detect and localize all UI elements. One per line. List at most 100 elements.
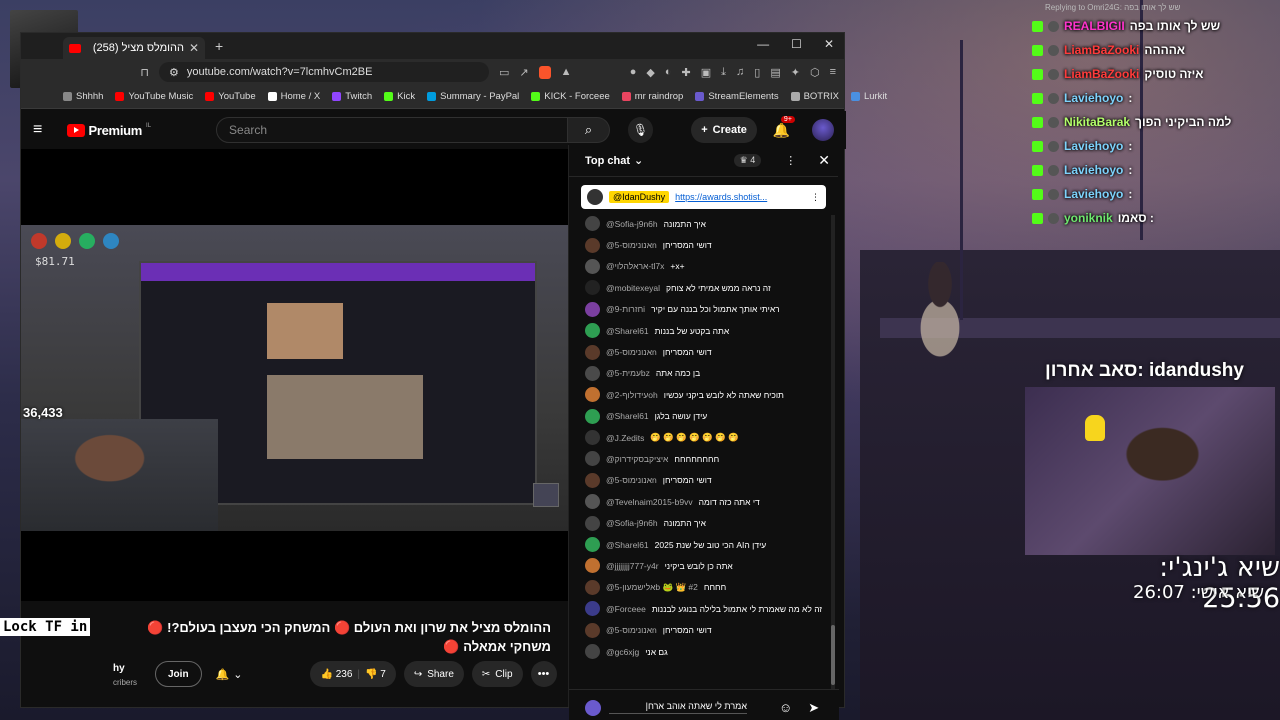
chat-text: עידן עושה בלגן — [654, 411, 708, 422]
chat-menu-icon[interactable]: ⋮ — [785, 154, 796, 167]
join-button[interactable]: Join — [155, 661, 202, 687]
chat-message[interactable]: @עידולוף-2oh תוכיח שאתה לא לובש ביקני עכש… — [569, 384, 831, 405]
extension-icon[interactable]: ◐ — [665, 66, 672, 79]
emoji-icon[interactable]: ☺ — [779, 700, 792, 715]
chat-message[interactable]: @Sharel61 עידן עושה בלגן — [569, 406, 831, 427]
hamburger-menu-icon[interactable]: ≡ — [33, 121, 63, 139]
search-button[interactable]: ⌕ — [568, 117, 610, 143]
chat-message[interactable]: @J.Zedits 🤭 🤭 🤭 🤭 🤭 🤭 🤭 — [569, 427, 831, 448]
overlay-username: Laviehoyo — [1064, 139, 1124, 153]
maximize-icon[interactable]: ☐ — [791, 37, 802, 51]
bookmark-item[interactable]: KICK - Forceee — [531, 91, 610, 102]
dislike-button[interactable]: 👎 7 — [365, 669, 386, 680]
chat-message[interactable]: @Sharel61 עידן הAI הכי טוב של שנת 2025 — [569, 534, 831, 555]
leo-icon[interactable]: ✦ — [791, 66, 800, 79]
menu-icon[interactable]: ≡ — [830, 66, 836, 79]
url-field[interactable]: ⚙ youtube.com/watch?v=7lcmhvCm2BE — [159, 62, 489, 82]
create-button[interactable]: + Create — [691, 117, 757, 143]
chat-message[interactable]: @Tevelnaim2015-b9vv די אתה כזה דומה — [569, 491, 831, 512]
chat-avatar — [585, 515, 600, 531]
browser-tab[interactable]: ההומלס מציל (258) ✕ — [63, 37, 205, 59]
chat-message[interactable]: @עמית-5bz בן כמה אתה — [569, 363, 831, 384]
bookmark-item[interactable]: Home / X — [267, 91, 320, 102]
bookmark-item[interactable]: Shhhh — [63, 91, 103, 102]
chat-message[interactable]: @אלישמעון-5b 🐸 👑 #2 חחחח — [569, 577, 831, 598]
bookmark-item[interactable]: Kick — [384, 91, 415, 102]
chat-message[interactable]: @Forceee זה לא מה שאמרת לי אתמול בלילה בנ… — [569, 598, 831, 619]
channel-name[interactable]: hy — [113, 663, 125, 674]
minimize-icon[interactable]: — — [757, 37, 769, 51]
bookmark-item[interactable]: StreamElements — [695, 91, 779, 102]
chat-message[interactable]: @חזרות-9i ראיתי אותך אתמול וכל בננה עם יק… — [569, 299, 831, 320]
chat-message[interactable]: @Sofia-j9n6h איך התמונה — [569, 213, 831, 234]
chat-message[interactable]: @איציקבסקידרוק חחחחחחחח — [569, 448, 831, 469]
bookmark-item[interactable]: YouTube Music — [115, 91, 193, 102]
wallet-icon[interactable]: ▤ — [770, 66, 780, 79]
chat-input[interactable]: אמרת לי שאתה אוהב ארח| — [609, 701, 747, 714]
pinned-menu-icon[interactable]: ⋮ — [811, 192, 820, 203]
extension-icon[interactable]: ▣ — [701, 66, 711, 79]
bookmark-favicon-icon — [115, 92, 125, 101]
download-icon[interactable]: ⤓ — [721, 66, 726, 79]
chat-scrollbar[interactable] — [831, 215, 835, 691]
chat-message[interactable]: @אנונימוס-5n דושי המסריחן — [569, 619, 831, 640]
bookmark-item[interactable]: Summary - PayPal — [427, 91, 519, 102]
sub-badge-icon — [1048, 164, 1059, 176]
extension-icon[interactable]: ● — [630, 66, 637, 79]
chat-text: איך התמונה — [663, 518, 706, 529]
cast-icon[interactable]: ▭ — [499, 66, 509, 79]
notifications-button[interactable]: 🔔 9+ — [773, 115, 795, 139]
close-window-icon[interactable]: ✕ — [824, 37, 834, 51]
chat-mode-dropdown[interactable]: Top chat ⌄ — [585, 154, 643, 168]
voice-search-button[interactable]: 🎙 — [627, 117, 654, 143]
bookmark-favicon-icon — [790, 92, 800, 101]
clip-button[interactable]: ✂ Clip — [471, 661, 523, 687]
search-input[interactable]: Search — [216, 117, 569, 143]
overlay-chat-line: Laviehoyo: — [1032, 182, 1280, 206]
bookmark-item[interactable]: mr raindrop — [621, 91, 683, 102]
close-chat-icon[interactable]: ✕ — [818, 152, 830, 169]
overlay-message: שש לך אותו בפה — [1129, 19, 1221, 33]
subscriber-count: cribers — [113, 678, 138, 687]
search-icon: ⌕ — [584, 122, 593, 137]
chat-message[interactable]: @gc6xjg גם אני — [569, 641, 831, 662]
bookmark-item[interactable]: Twitch — [332, 91, 372, 102]
sidebar-icon[interactable]: ▯ — [754, 66, 760, 79]
extension-icon[interactable]: ◆ — [646, 66, 654, 79]
youtube-logo[interactable]: Premium IL — [66, 123, 151, 138]
chat-message[interactable]: @Sharel61 אתה בקטע של בננות — [569, 320, 831, 341]
account-avatar[interactable] — [812, 119, 834, 141]
like-button[interactable]: 👍 236 — [320, 669, 352, 680]
video-player[interactable]: $81.71 36,433 — [21, 149, 568, 601]
share-button[interactable]: ↪ Share — [403, 661, 464, 687]
brave-shields-icon[interactable] — [538, 65, 551, 79]
miniplayer-thumbnail[interactable] — [533, 483, 559, 507]
tab-close-icon[interactable]: ✕ — [189, 41, 199, 55]
site-info-icon[interactable]: ⚙ — [169, 66, 179, 79]
bookmark-icon[interactable]: ⊓ — [140, 66, 149, 79]
subscribe-bell-button[interactable]: 🔔 ⌄ — [210, 661, 249, 687]
puzzle-icon[interactable]: ✚ — [682, 66, 691, 79]
chat-message[interactable]: @אראלהלוי-tl7x +x+ — [569, 256, 831, 277]
chat-message[interactable]: @אנונימוס-5n דושי המסריחן — [569, 470, 831, 491]
pinned-link[interactable]: https://awards.shotist... — [675, 192, 767, 202]
pinned-message[interactable]: @IdanDushy https://awards.shotist... ⋮ — [581, 185, 826, 209]
bookmark-item[interactable]: BOTRIX — [790, 91, 839, 102]
chat-message[interactable]: @אנונימוס-5n דושי המסריחן — [569, 341, 831, 362]
vpn-icon[interactable]: ⬡ — [810, 66, 820, 79]
media-icon[interactable]: ♫ — [736, 66, 744, 79]
members-badge[interactable]: ♛ 4 — [733, 154, 762, 167]
share-page-icon[interactable]: ↗ — [519, 66, 528, 79]
send-icon[interactable]: ➤ — [808, 700, 819, 716]
chat-message[interactable]: @mobitexeyal זה נראה ממש אמיתי לא צוחק — [569, 277, 831, 298]
new-tab-button[interactable]: + — [215, 38, 223, 54]
chat-scroll-thumb[interactable] — [831, 625, 835, 685]
chat-message[interactable]: @אנונימוס-5n דושי המסריחן — [569, 234, 831, 255]
chat-message[interactable]: @jjjjjjjj777-y4r אתה כן לובש ביקיני — [569, 555, 831, 576]
brave-rewards-icon[interactable]: ▲ — [561, 66, 572, 79]
bookmark-label: Lurkit — [863, 91, 888, 102]
more-actions-button[interactable]: ••• — [530, 661, 557, 687]
bookmark-item[interactable]: YouTube — [205, 91, 256, 102]
bookmark-item[interactable]: Lurkit — [850, 91, 888, 102]
chat-message[interactable]: @Sofia-j9n6h איך התמונה — [569, 512, 831, 533]
